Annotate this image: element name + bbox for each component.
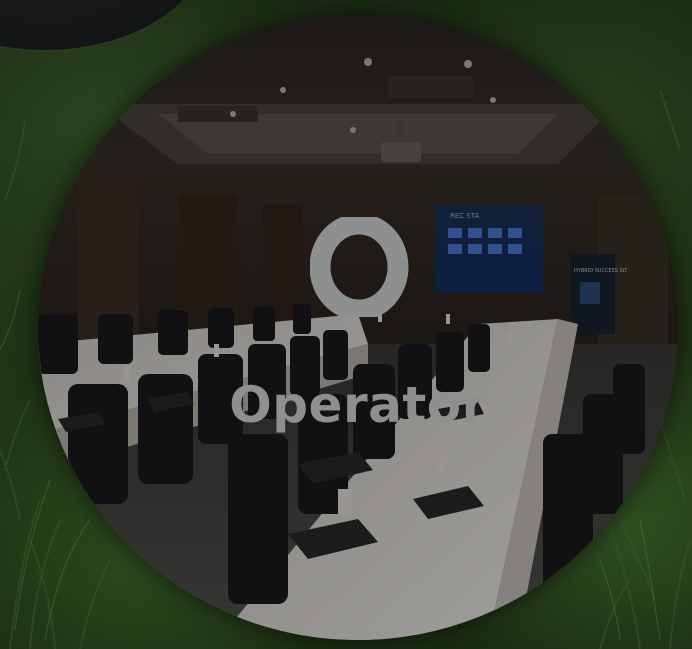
- operator-label: Operator: [229, 376, 487, 434]
- desktop-background: REC STA HYBRID SUCCESS SIT Operator: [0, 0, 692, 649]
- operator-card[interactable]: REC STA HYBRID SUCCESS SIT Operator: [38, 14, 678, 640]
- card-dim-overlay: [38, 14, 678, 640]
- operator-o-icon: [310, 217, 409, 317]
